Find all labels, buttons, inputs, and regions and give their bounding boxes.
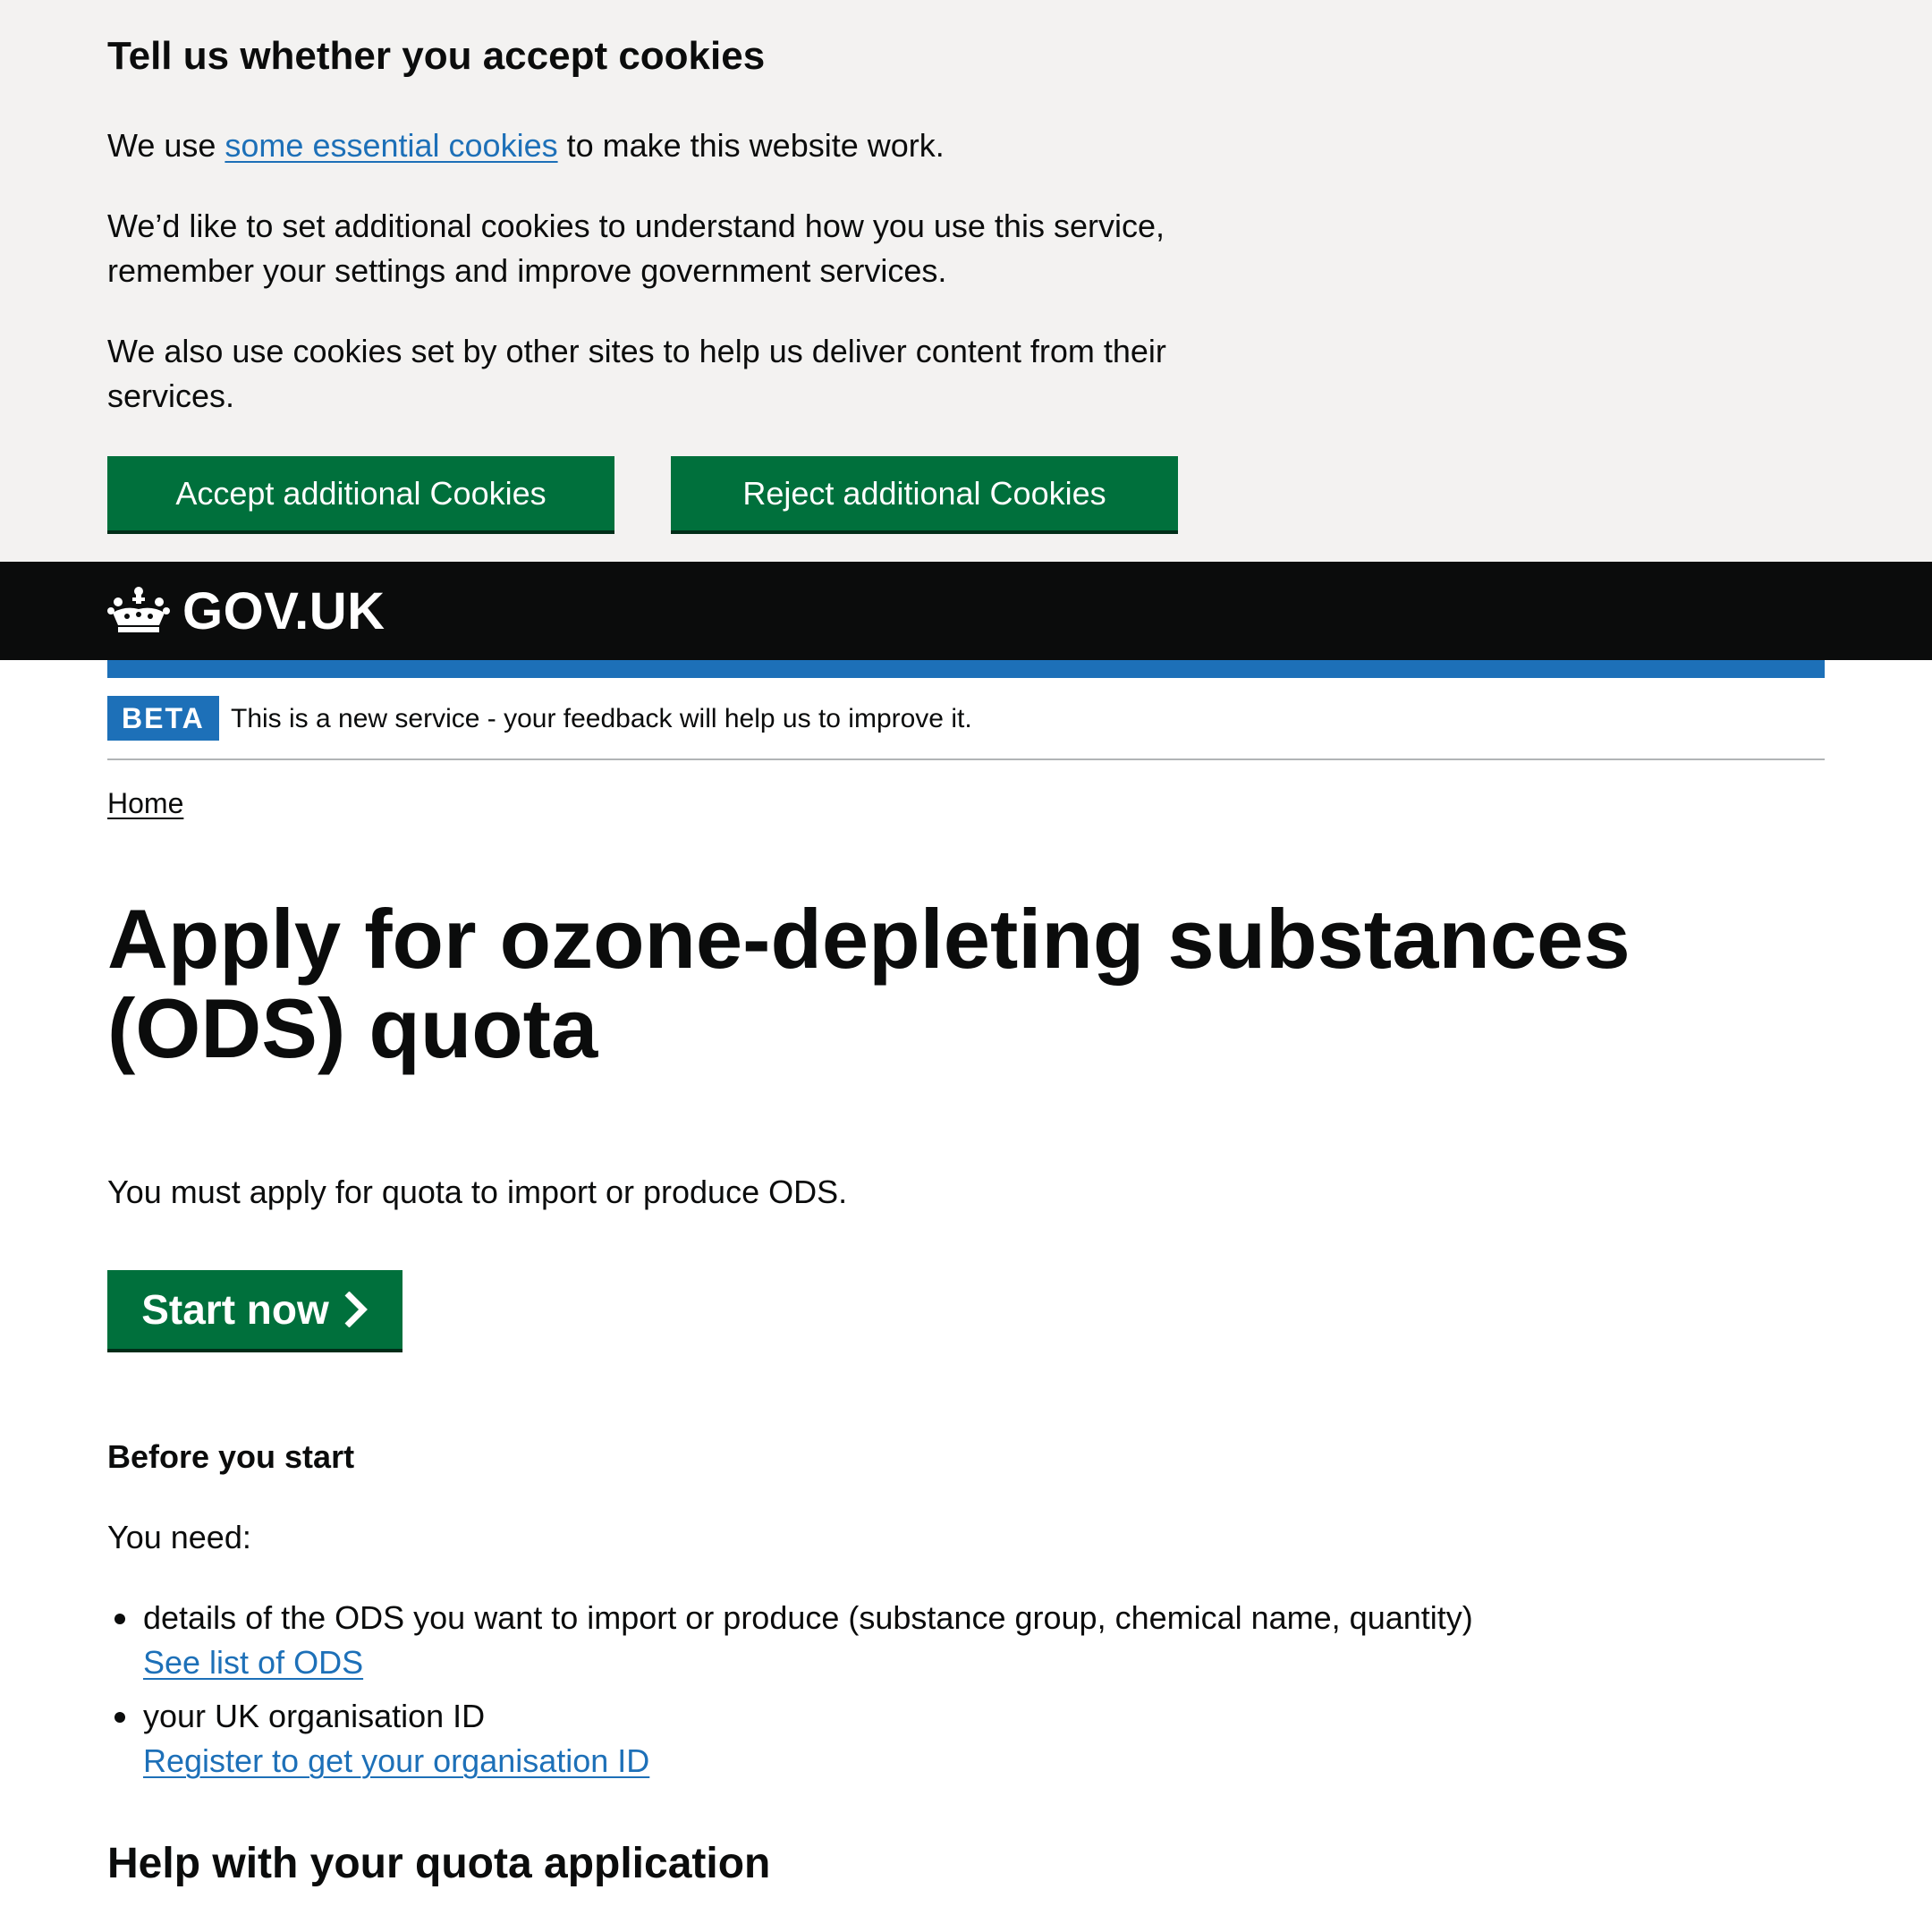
list-item: details of the ODS you want to import or… xyxy=(107,1596,1473,1685)
cookie-text-suffix: to make this website work. xyxy=(557,127,945,164)
breadcrumb: Home xyxy=(107,785,183,821)
crown-icon xyxy=(107,587,170,632)
cookie-additional-text: We’d like to set additional cookies to u… xyxy=(107,208,1165,289)
list-item-text: details of the ODS you want to import or… xyxy=(143,1599,1473,1636)
header-accent-bar xyxy=(107,660,1825,678)
beta-tag: BETA xyxy=(107,696,219,741)
start-now-button[interactable]: Start now xyxy=(107,1270,402,1349)
cookie-banner-title: Tell us whether you accept cookies xyxy=(107,34,766,78)
cookie-banner: Tell us whether you accept cookies We us… xyxy=(0,0,1932,562)
govuk-logo-link[interactable]: GOV.UK xyxy=(107,574,385,648)
see-list-of-ods-link[interactable]: See list of ODS xyxy=(143,1640,1473,1685)
cookie-third-party-text: We also use cookies set by other sites t… xyxy=(107,333,1166,414)
essential-cookies-link[interactable]: some essential cookies xyxy=(225,127,557,164)
list-item: your UK organisation ID Register to get … xyxy=(107,1694,1473,1784)
phase-banner: BETA This is a new service - your feedba… xyxy=(107,696,1825,760)
breadcrumb-home-link[interactable]: Home xyxy=(107,787,183,819)
cookie-text-prefix: We use xyxy=(107,127,225,164)
lead-paragraph: You must apply for quota to import or pr… xyxy=(107,1174,848,1210)
bullet xyxy=(114,1614,125,1624)
before-you-start-heading: Before you start xyxy=(107,1438,355,1475)
govuk-logo-text: GOV.UK xyxy=(182,581,386,640)
requirements-list: details of the ODS you want to import or… xyxy=(107,1596,1473,1792)
register-organisation-id-link[interactable]: Register to get your organisation ID xyxy=(143,1739,1473,1784)
page-title: Apply for ozone-depleting substances (OD… xyxy=(107,892,1631,1075)
chevron-right-icon xyxy=(344,1292,368,1327)
you-need-text: You need: xyxy=(107,1519,251,1555)
bullet xyxy=(114,1712,125,1723)
govuk-header: GOV.UK xyxy=(0,562,1932,660)
start-now-label: Start now xyxy=(141,1286,329,1333)
phase-banner-text: This is a new service - your feedback wi… xyxy=(231,704,972,733)
list-item-text: your UK organisation ID xyxy=(143,1698,486,1734)
help-heading: Help with your quota application xyxy=(107,1840,771,1887)
accept-cookies-button[interactable]: Accept additional Cookies xyxy=(107,456,614,530)
cookie-essential-text: We use some essential cookies to make th… xyxy=(107,123,1216,168)
reject-cookies-button[interactable]: Reject additional Cookies xyxy=(671,456,1178,530)
